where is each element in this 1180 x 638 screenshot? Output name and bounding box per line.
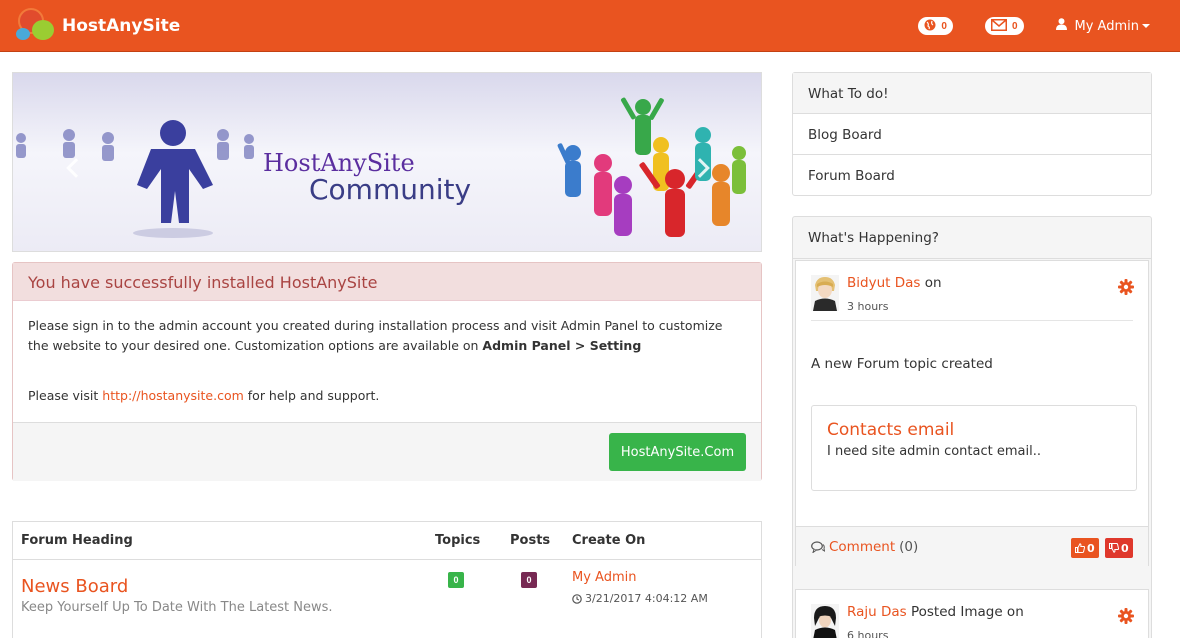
clock-icon bbox=[572, 593, 582, 604]
notifications-count: 0 bbox=[941, 20, 947, 32]
brand-name: HostAnySite bbox=[62, 16, 181, 36]
feed-user-link[interactable]: Raju Das bbox=[847, 604, 907, 620]
forum-title-link[interactable]: News Board bbox=[21, 576, 128, 597]
forum-table-header: Forum Heading Topics Posts Create On bbox=[13, 522, 761, 560]
column-topics: Topics bbox=[435, 533, 481, 548]
support-line: Please visit http://hostanysite.com for … bbox=[28, 386, 746, 406]
comment-label: Comment bbox=[829, 539, 896, 555]
forum-table: Forum Heading Topics Posts Create On New… bbox=[12, 521, 762, 638]
feed-user-link[interactable]: Bidyut Das bbox=[847, 275, 920, 291]
feed-action-text: Posted Image on bbox=[906, 604, 1024, 620]
todo-item-blog-board[interactable]: Blog Board bbox=[793, 114, 1151, 155]
topic-title-link[interactable]: Contacts email bbox=[827, 420, 1121, 440]
support-suffix: for help and support. bbox=[243, 388, 380, 403]
topics-count-badge: 0 bbox=[448, 572, 464, 588]
column-posts: Posts bbox=[510, 533, 551, 548]
feed-time: 3 hours bbox=[847, 300, 889, 313]
messages-count: 0 bbox=[1011, 20, 1018, 32]
activity-feed-item: Raju Das Posted Image on 6 hours bbox=[795, 589, 1149, 638]
created-at-text: 3/21/2017 4:04:12 AM bbox=[585, 592, 708, 605]
feed-divider bbox=[811, 320, 1133, 321]
user-menu-dropdown[interactable]: My Admin bbox=[1055, 18, 1150, 34]
messages-button[interactable]: 0 bbox=[984, 17, 1024, 35]
brand-logo-icon bbox=[16, 6, 56, 46]
topic-description: I need site admin contact email.. bbox=[827, 444, 1041, 459]
install-success-heading: You have successfully installed HostAnyS… bbox=[13, 263, 761, 301]
like-count: 0 bbox=[1087, 541, 1095, 555]
todo-item-forum-board[interactable]: Forum Board bbox=[793, 155, 1151, 196]
globe-icon bbox=[924, 19, 936, 34]
install-instructions-text: Please sign in to the admin account you … bbox=[28, 316, 746, 356]
support-link[interactable]: http://hostanysite.com bbox=[102, 388, 244, 403]
comment-button[interactable]: Comment (0) bbox=[811, 539, 918, 555]
whats-happening-panel: What's Happening? Bidyut Das on 3 hours … bbox=[792, 216, 1152, 638]
envelope-icon bbox=[990, 18, 1007, 34]
feed-action-text: on bbox=[920, 275, 942, 291]
install-instructions: Please sign in to the admin account you … bbox=[13, 301, 761, 421]
top-navbar: HostAnySite 0 0 My Admin bbox=[0, 0, 1180, 52]
what-to-do-panel: What To do! Blog Board Forum Board bbox=[792, 72, 1152, 196]
user-label: My Admin bbox=[1074, 18, 1139, 34]
activity-feed-item: Bidyut Das on 3 hours A new Forum topic … bbox=[795, 260, 1149, 566]
avatar bbox=[811, 275, 839, 311]
support-prefix: Please visit bbox=[28, 388, 103, 403]
feed-user-line: Bidyut Das on bbox=[847, 275, 942, 291]
install-success-panel: You have successfully installed HostAnyS… bbox=[12, 262, 762, 481]
feed-text: A new Forum topic created bbox=[811, 356, 993, 372]
user-icon bbox=[1055, 18, 1067, 34]
forum-creator-link[interactable]: My Admin bbox=[572, 570, 636, 585]
dislike-button[interactable]: 0 bbox=[1105, 538, 1133, 558]
whats-happening-heading: What's Happening? bbox=[793, 217, 1151, 259]
thumbs-down-icon bbox=[1109, 543, 1119, 553]
column-forum-heading: Forum Heading bbox=[21, 533, 133, 548]
notifications-button[interactable]: 0 bbox=[918, 17, 953, 35]
brand-link[interactable]: HostAnySite bbox=[16, 6, 180, 46]
avatar bbox=[811, 604, 839, 638]
feed-time: 6 hours bbox=[847, 629, 889, 638]
dislike-count: 0 bbox=[1121, 541, 1129, 555]
forum-description: Keep Yourself Up To Date With The Latest… bbox=[21, 600, 333, 615]
what-to-do-heading: What To do! bbox=[793, 73, 1151, 114]
install-panel-footer: HostAnySite.Com bbox=[13, 422, 761, 481]
feed-user-line: Raju Das Posted Image on bbox=[847, 604, 1024, 620]
posts-count-badge: 0 bbox=[521, 572, 537, 588]
hostanysite-button[interactable]: HostAnySite.Com bbox=[609, 433, 746, 471]
gear-icon[interactable] bbox=[1118, 608, 1134, 627]
like-button[interactable]: 0 bbox=[1071, 538, 1099, 558]
table-row: News Board Keep Yourself Up To Date With… bbox=[13, 560, 761, 638]
thumbs-up-icon bbox=[1075, 543, 1085, 553]
forum-created-at: 3/21/2017 4:04:12 AM bbox=[572, 592, 708, 605]
feed-item-footer: Comment (0) 0 0 bbox=[796, 526, 1148, 566]
topic-card[interactable]: Contacts email I need site admin contact… bbox=[811, 405, 1137, 491]
banner-title-line2: Community bbox=[309, 173, 472, 206]
chevron-down-icon bbox=[1142, 24, 1150, 28]
comment-count: (0) bbox=[899, 539, 919, 555]
gear-icon[interactable] bbox=[1118, 279, 1134, 298]
admin-setting-path: Admin Panel > Setting bbox=[482, 338, 642, 353]
community-banner-carousel: HostAnySite Community bbox=[12, 72, 762, 252]
column-create-on: Create On bbox=[572, 533, 646, 548]
comments-icon bbox=[811, 541, 825, 553]
